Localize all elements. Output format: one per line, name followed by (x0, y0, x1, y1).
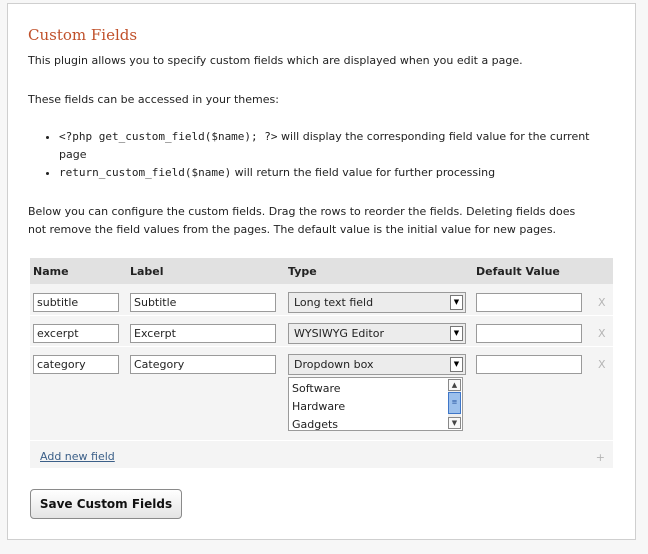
field-type-select[interactable]: Dropdown box ▼ (288, 354, 466, 375)
usage-item-return: return_custom_field($name) will return t… (59, 164, 615, 182)
field-label-input[interactable] (130, 293, 276, 312)
field-type-value: Long text field (294, 296, 374, 309)
dropdown-option-gadgets[interactable]: Gadgets (292, 418, 338, 430)
dropdown-option-software[interactable]: Software (292, 382, 341, 395)
fields-table: Name Label Type Default Value Long text … (30, 258, 613, 468)
field-name-input[interactable] (33, 293, 119, 312)
usage-item-get: <?php get_custom_field($name); ?> will d… (59, 128, 615, 164)
header-default-value: Default Value (476, 265, 560, 278)
custom-fields-panel: Custom Fields This plugin allows you to … (7, 3, 636, 540)
listbox-scrollbar[interactable]: ▲ ≡ ▼ (448, 379, 461, 429)
scroll-thumb[interactable]: ≡ (448, 392, 461, 414)
usage-return-text: will return the field value for further … (231, 166, 496, 179)
code-get-custom-field: <?php get_custom_field($name); ?> (59, 130, 278, 143)
page-title: Custom Fields (28, 26, 138, 44)
field-name-input[interactable] (33, 324, 119, 343)
chevron-down-icon: ▼ (450, 295, 463, 310)
chevron-down-icon: ▼ (450, 357, 463, 372)
field-default-input[interactable] (476, 293, 582, 312)
field-type-value: WYSIWYG Editor (294, 327, 384, 340)
header-label: Label (130, 265, 164, 278)
field-name-input[interactable] (33, 355, 119, 374)
field-default-input[interactable] (476, 355, 582, 374)
table-header: Name Label Type Default Value (30, 258, 613, 284)
scroll-up-icon[interactable]: ▲ (448, 379, 461, 391)
delete-field-icon[interactable]: X (598, 296, 606, 309)
field-type-select[interactable]: Long text field ▼ (288, 292, 466, 313)
field-label-input[interactable] (130, 355, 276, 374)
scroll-down-icon[interactable]: ▼ (448, 417, 461, 429)
access-text: These fields can be accessed in your the… (28, 93, 279, 106)
plus-icon[interactable]: + (596, 451, 605, 464)
field-type-value: Dropdown box (294, 358, 374, 371)
chevron-down-icon: ▼ (450, 326, 463, 341)
field-label-input[interactable] (130, 324, 276, 343)
dropdown-option-hardware[interactable]: Hardware (292, 400, 345, 413)
table-row[interactable]: WYSIWYG Editor ▼ X (30, 316, 613, 346)
table-row[interactable]: Long text field ▼ X (30, 284, 613, 315)
save-custom-fields-button[interactable]: Save Custom Fields (30, 489, 182, 519)
dropdown-options-listbox[interactable]: Software Hardware Gadgets ▲ ≡ ▼ (288, 377, 463, 431)
header-type: Type (288, 265, 317, 278)
configure-text: Below you can configure the custom field… (28, 205, 576, 236)
usage-list: <?php get_custom_field($name); ?> will d… (42, 128, 615, 182)
field-type-select[interactable]: WYSIWYG Editor ▼ (288, 323, 466, 344)
delete-field-icon[interactable]: X (598, 327, 606, 340)
delete-field-icon[interactable]: X (598, 358, 606, 371)
add-new-field-link[interactable]: Add new field (40, 450, 115, 463)
intro-text: This plugin allows you to specify custom… (28, 54, 523, 67)
header-name: Name (33, 265, 69, 278)
field-default-input[interactable] (476, 324, 582, 343)
code-return-custom-field: return_custom_field($name) (59, 166, 232, 179)
row-divider (30, 440, 613, 441)
